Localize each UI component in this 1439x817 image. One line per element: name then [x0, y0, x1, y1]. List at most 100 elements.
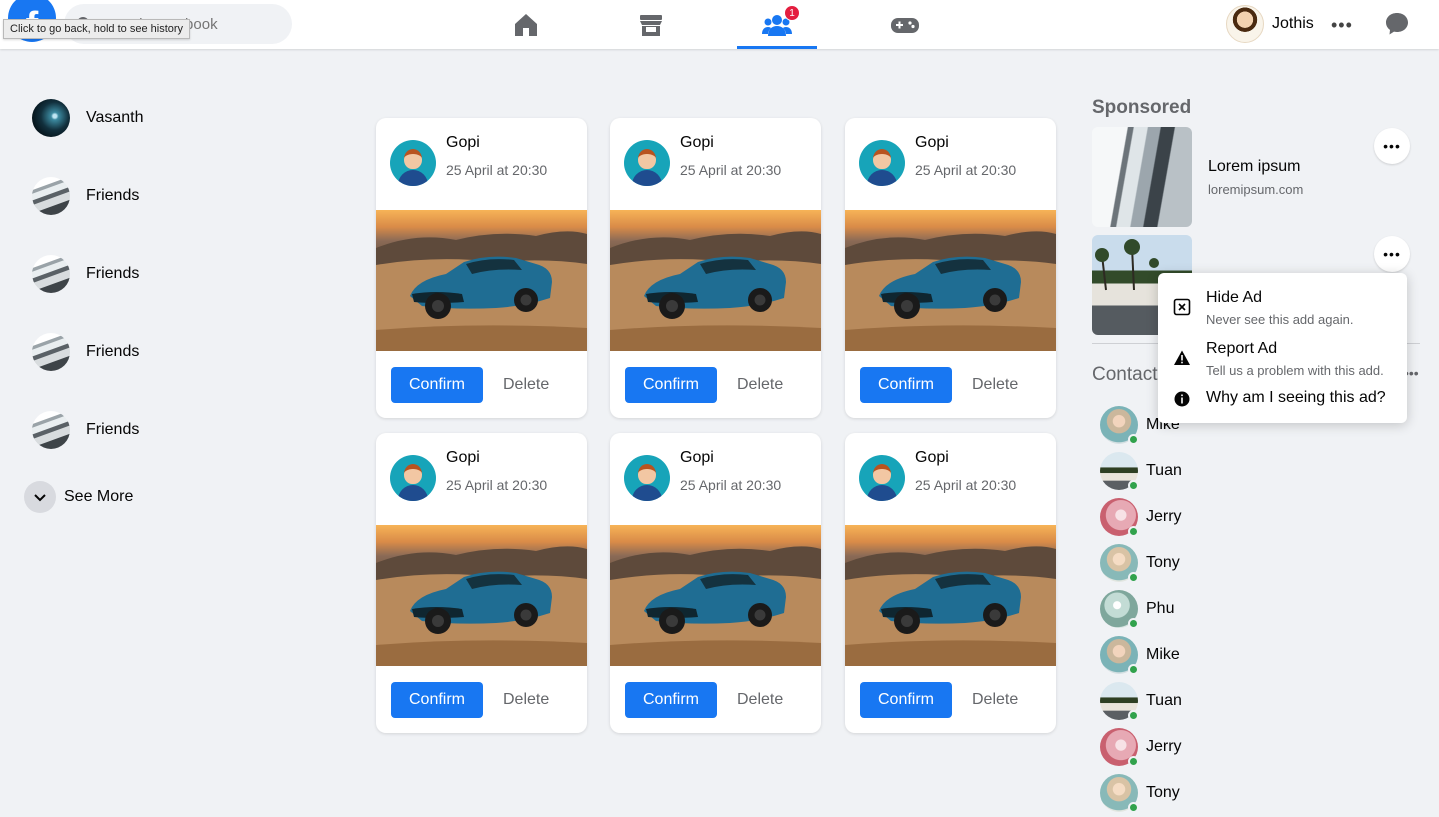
car-photo[interactable]: [376, 210, 587, 351]
delete-button[interactable]: Delete: [503, 376, 549, 394]
avatar: [1100, 728, 1139, 767]
menu-item-title: Hide Ad: [1206, 289, 1263, 306]
ad-title[interactable]: Lorem ipsum: [1208, 158, 1300, 176]
ad-url[interactable]: loremipsum.com: [1208, 182, 1303, 197]
sidebar-item-friends[interactable]: Friends: [32, 411, 139, 449]
requester-name[interactable]: Gopi: [446, 449, 480, 467]
delete-button[interactable]: Delete: [503, 691, 549, 709]
contact-item[interactable]: Tuan: [1100, 452, 1182, 491]
contact-name: Jerry: [1146, 738, 1182, 755]
request-time: 25 April at 20:30: [915, 477, 1017, 493]
messenger-icon[interactable]: [1384, 11, 1410, 37]
profile-name: Jothis: [1272, 15, 1314, 32]
online-status-icon: [1128, 664, 1139, 675]
home-icon: [515, 13, 537, 36]
store-icon: [640, 14, 662, 36]
delete-button[interactable]: Delete: [737, 376, 783, 394]
avatar[interactable]: [390, 455, 436, 501]
avatar: [32, 255, 70, 293]
car-photo[interactable]: [845, 525, 1056, 666]
request-time: 25 April at 20:30: [680, 477, 782, 493]
ad-options-button[interactable]: •••: [1374, 236, 1410, 272]
avatar: [1226, 5, 1264, 43]
friend-request-card: Gopi 25 April at 20:30 Confirm Delete: [376, 433, 587, 733]
car-photo[interactable]: [610, 210, 821, 351]
tab-gaming[interactable]: [865, 0, 945, 49]
more-menu-icon[interactable]: •••: [1331, 15, 1353, 36]
requester-name[interactable]: Gopi: [915, 134, 949, 152]
sidebar-item-friends[interactable]: Friends: [32, 177, 139, 215]
avatar[interactable]: [390, 140, 436, 186]
delete-button[interactable]: Delete: [737, 691, 783, 709]
confirm-button[interactable]: Confirm: [391, 367, 483, 403]
see-more-button[interactable]: See More: [24, 481, 133, 513]
menu-item-hide-ad[interactable]: Hide Ad Never see this add again.: [1158, 273, 1407, 327]
friend-request-card: Gopi 25 April at 20:30 Confirm Delete: [845, 433, 1056, 733]
contact-name: Tuan: [1146, 692, 1182, 709]
confirm-button[interactable]: Confirm: [860, 682, 952, 718]
warning-icon: [1174, 350, 1190, 365]
tab-home[interactable]: [486, 0, 566, 49]
avatar: [1100, 682, 1139, 721]
confirm-button[interactable]: Confirm: [860, 367, 952, 403]
contact-name: Tony: [1146, 554, 1180, 571]
delete-button[interactable]: Delete: [972, 376, 1018, 394]
contact-name: Mike: [1146, 646, 1180, 663]
avatar: [1100, 544, 1139, 583]
contact-item[interactable]: Jerry: [1100, 498, 1182, 537]
tab-friends[interactable]: 1: [737, 0, 817, 49]
hide-icon: [1173, 298, 1191, 316]
contact-item[interactable]: Jerry: [1100, 728, 1182, 767]
contact-item[interactable]: Mike: [1100, 636, 1180, 675]
requester-name[interactable]: Gopi: [680, 449, 714, 467]
avatar[interactable]: [859, 140, 905, 186]
gamepad-icon: [891, 17, 919, 33]
ad-image[interactable]: [1092, 127, 1192, 227]
car-photo[interactable]: [376, 525, 587, 666]
contacts-title: Contacts: [1092, 364, 1167, 385]
see-more-label: See More: [64, 488, 134, 505]
menu-item-title: Report Ad: [1206, 340, 1278, 357]
contact-name: Tuan: [1146, 462, 1182, 479]
confirm-button[interactable]: Confirm: [625, 682, 717, 718]
chevron-down-icon: [24, 481, 56, 513]
online-status-icon: [1128, 618, 1139, 629]
avatar: [32, 177, 70, 215]
avatar[interactable]: [624, 140, 670, 186]
avatar: [32, 99, 70, 137]
menu-item-why-this-ad[interactable]: Why am I seeing this ad?: [1158, 377, 1407, 423]
profile-button[interactable]: Jothis: [1226, 5, 1314, 43]
sidebar-item-friends[interactable]: Friends: [32, 333, 139, 371]
avatar[interactable]: [859, 455, 905, 501]
menu-item-report-ad[interactable]: Report Ad Tell us a problem with this ad…: [1158, 325, 1407, 378]
contact-item[interactable]: Tony: [1100, 774, 1180, 813]
avatar[interactable]: [624, 455, 670, 501]
online-status-icon: [1128, 756, 1139, 767]
info-icon: [1174, 391, 1190, 407]
contact-name: Jerry: [1146, 508, 1182, 525]
confirm-button[interactable]: Confirm: [625, 367, 717, 403]
confirm-button[interactable]: Confirm: [391, 682, 483, 718]
car-photo[interactable]: [610, 525, 821, 666]
contact-item[interactable]: Tuan: [1100, 682, 1182, 721]
sidebar-item-profile[interactable]: Vasanth: [32, 99, 144, 137]
sidebar-item-label: Friends: [86, 265, 140, 282]
avatar: [32, 333, 70, 371]
menu-item-title: Why am I seeing this ad?: [1206, 389, 1386, 406]
sidebar-item-friends[interactable]: Friends: [32, 255, 139, 293]
ad-options-menu: Hide Ad Never see this add again. Report…: [1158, 273, 1407, 423]
requester-name[interactable]: Gopi: [680, 134, 714, 152]
avatar: [1100, 590, 1139, 629]
sidebar-item-label: Friends: [86, 343, 140, 360]
online-status-icon: [1128, 480, 1139, 491]
back-button-tooltip: Click to go back, hold to see history: [3, 19, 191, 39]
friend-request-card: Gopi 25 April at 20:30 Confirm Delete: [376, 118, 587, 418]
ad-options-button[interactable]: •••: [1374, 128, 1410, 164]
car-photo[interactable]: [845, 210, 1056, 351]
delete-button[interactable]: Delete: [972, 691, 1018, 709]
contact-item[interactable]: Tony: [1100, 544, 1180, 583]
requester-name[interactable]: Gopi: [915, 449, 949, 467]
tab-marketplace[interactable]: [611, 0, 691, 49]
contact-item[interactable]: Phu: [1100, 590, 1174, 629]
requester-name[interactable]: Gopi: [446, 134, 480, 152]
